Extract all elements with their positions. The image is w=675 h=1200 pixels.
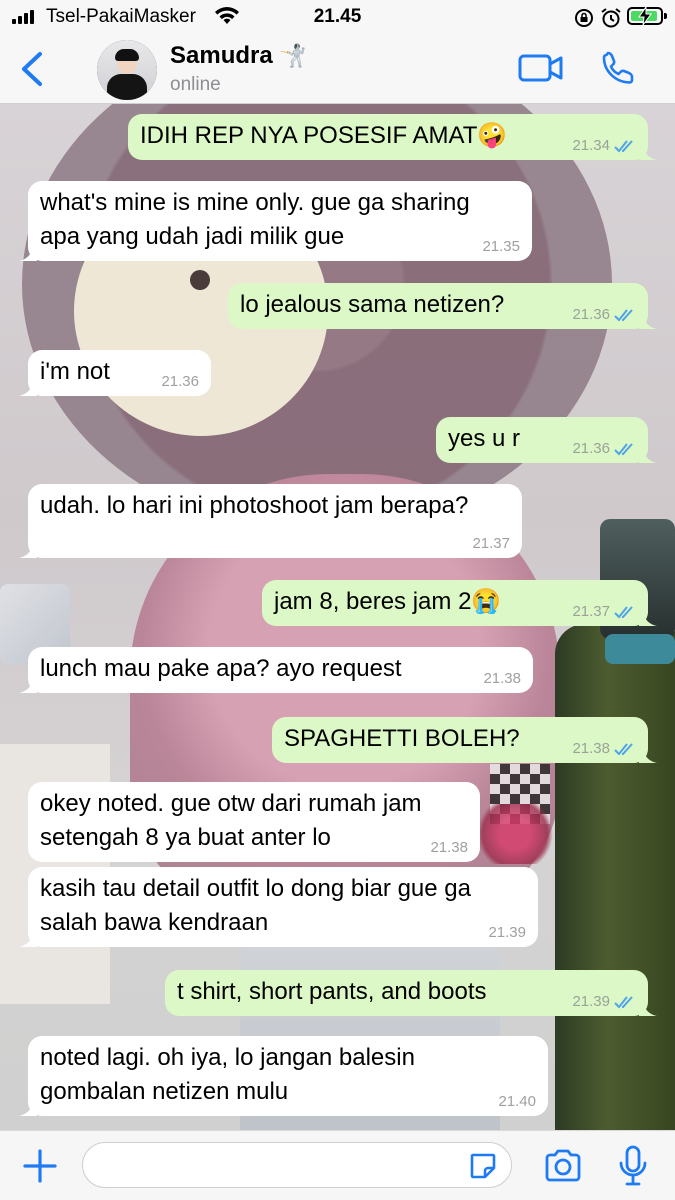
attach-button[interactable] [22, 1148, 58, 1184]
message-text: kasih tau detail outfit lo dong biar gue… [40, 875, 471, 936]
wallpaper-bottle [555, 624, 675, 1130]
contact-name[interactable]: Samudra 🤺 [170, 42, 307, 70]
battery-icon [627, 5, 667, 26]
bubble-tail [19, 243, 37, 261]
wallpaper-flowers [470, 804, 560, 864]
plus-icon [23, 1149, 57, 1183]
message-time: 21.39 [488, 924, 526, 941]
sticker-icon [470, 1153, 496, 1179]
message-text: jam 8, beres jam 2😭 [274, 588, 502, 615]
message-bubble-outgoing[interactable]: IDIH REP NYA POSESIF AMAT🤪 21.34 [128, 114, 657, 160]
bubble-tail [19, 929, 37, 947]
sticker-button[interactable] [468, 1151, 498, 1181]
bubble-tail [19, 540, 37, 558]
message-bubble-incoming[interactable]: udah. lo hari ini photoshoot jam berapa?… [19, 484, 522, 558]
read-ticks-icon [614, 443, 633, 456]
message-text: IDIH REP NYA POSESIF AMAT🤪 [140, 122, 508, 149]
message-time: 21.40 [498, 1093, 536, 1110]
message-time: 21.39 [572, 993, 610, 1010]
bubble-tail [639, 608, 657, 626]
phone-icon [602, 51, 634, 84]
message-text: yes u r [448, 425, 521, 452]
message-text: SPAGHETTI BOLEH? [284, 725, 520, 752]
wallpaper-checker [490, 764, 550, 824]
message-input[interactable] [82, 1142, 512, 1188]
read-ticks-icon [614, 606, 633, 619]
message-text: lunch mau pake apa? ayo request [40, 655, 402, 682]
message-bubble-outgoing[interactable]: yes u r 21.36 [436, 417, 657, 463]
camera-icon [545, 1149, 581, 1182]
chat-area[interactable]: IDIH REP NYA POSESIF AMAT🤪 21.34 what's … [0, 104, 675, 1130]
message-text: t shirt, short pants, and boots [177, 978, 487, 1005]
message-time: 21.36 [572, 440, 610, 457]
voice-call-button[interactable] [600, 50, 636, 86]
bubble-tail [639, 445, 657, 463]
back-button[interactable] [16, 50, 50, 88]
contact-name-text: Samudra [170, 42, 273, 69]
message-text: noted lagi. oh iya, lo jangan balesin go… [40, 1044, 415, 1105]
message-bubble-incoming[interactable]: kasih tau detail outfit lo dong biar gue… [19, 867, 538, 947]
microphone-button[interactable] [618, 1145, 648, 1187]
message-time: 21.36 [161, 373, 199, 390]
message-bubble-outgoing[interactable]: SPAGHETTI BOLEH? 21.38 [272, 717, 657, 763]
chat-header: Samudra 🤺 online [0, 34, 675, 104]
message-time: 21.37 [572, 603, 610, 620]
bubble-tail [639, 745, 657, 763]
message-text: i'm not [40, 358, 110, 385]
message-bubble-outgoing[interactable]: lo jealous sama netizen? 21.36 [228, 283, 657, 329]
message-bubble-incoming[interactable]: lunch mau pake apa? ayo request 21.38 [19, 647, 533, 693]
wallpaper-bottle-ring [605, 634, 675, 664]
rotation-lock-icon [574, 8, 594, 34]
message-input-bar [0, 1130, 675, 1200]
message-time: 21.37 [472, 535, 510, 552]
message-time: 21.38 [572, 740, 610, 757]
message-text: okey noted. gue otw dari rumah jam seten… [40, 790, 422, 851]
camera-button[interactable] [543, 1148, 583, 1184]
message-bubble-incoming[interactable]: okey noted. gue otw dari rumah jam seten… [28, 782, 480, 862]
message-text: what's mine is mine only. gue ga sharing… [40, 189, 470, 250]
wallpaper-record-hole [190, 270, 210, 290]
message-time: 21.34 [572, 137, 610, 154]
read-ticks-icon [614, 996, 633, 1009]
contact-avatar[interactable] [97, 40, 157, 100]
message-bubble-outgoing[interactable]: jam 8, beres jam 2😭 21.37 [262, 580, 657, 626]
message-time: 21.38 [483, 670, 521, 687]
status-bar: Tsel-PakaiMasker 21.45 [0, 0, 675, 34]
bubble-tail [19, 378, 37, 396]
message-text: lo jealous sama netizen? [240, 291, 505, 318]
bubble-tail [19, 1098, 37, 1116]
bubble-tail [639, 142, 657, 160]
read-ticks-icon [614, 743, 633, 756]
message-time: 21.35 [482, 238, 520, 255]
message-time: 21.38 [430, 839, 468, 856]
message-bubble-incoming[interactable]: noted lagi. oh iya, lo jangan balesin go… [19, 1036, 548, 1116]
chevron-left-icon [22, 52, 42, 86]
bubble-tail [639, 311, 657, 329]
read-ticks-icon [614, 140, 633, 153]
alarm-icon [600, 7, 622, 35]
message-time: 21.36 [572, 306, 610, 323]
bubble-tail [19, 675, 37, 693]
message-bubble-incoming[interactable]: what's mine is mine only. gue ga sharing… [19, 181, 532, 261]
microphone-icon [619, 1145, 647, 1186]
message-bubble-incoming[interactable]: i'm not 21.36 [19, 350, 211, 396]
bubble-tail [639, 998, 657, 1016]
fencer-emoji: 🤺 [279, 43, 307, 68]
contact-status: online [170, 74, 221, 95]
video-call-button[interactable] [518, 52, 564, 84]
read-ticks-icon [614, 309, 633, 322]
message-bubble-outgoing[interactable]: t shirt, short pants, and boots 21.39 [165, 970, 657, 1016]
video-icon [518, 54, 563, 82]
message-text: udah. lo hari ini photoshoot jam berapa? [40, 492, 469, 519]
